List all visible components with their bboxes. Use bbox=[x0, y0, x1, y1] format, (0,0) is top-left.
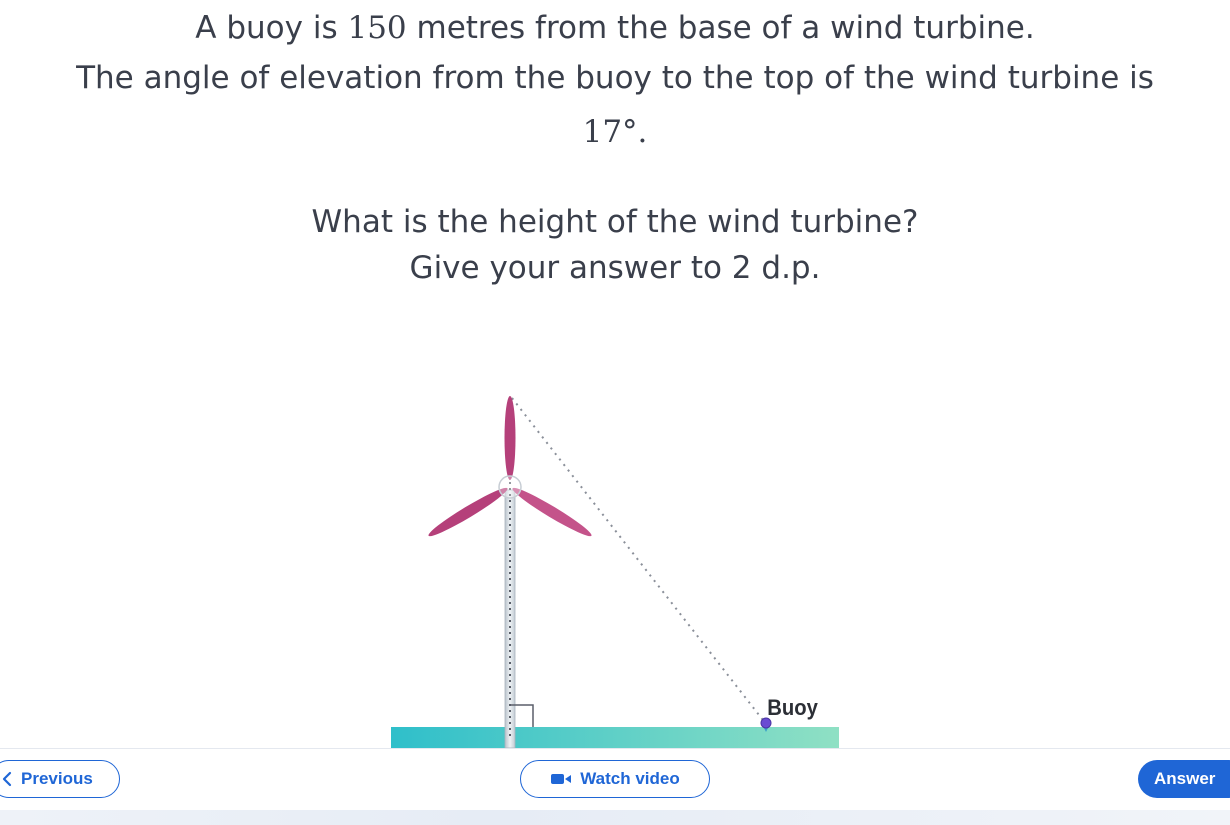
punctuation: . bbox=[637, 114, 648, 150]
turbine-blade-left bbox=[428, 487, 508, 537]
question-line-distance: A buoy is 150 metres from the base of a … bbox=[0, 8, 1230, 48]
wind-turbine-diagram: Buoy bbox=[0, 380, 1230, 750]
question-text: A buoy is bbox=[195, 10, 348, 46]
answer-instruction: Give your answer to 2 d.p. bbox=[409, 250, 821, 286]
navigation-footer: Previous Watch video Answer bbox=[0, 748, 1230, 811]
question-text: metres from the base of a wind turbine. bbox=[406, 10, 1035, 46]
question-prompt: What is the height of the wind turbine? bbox=[311, 204, 919, 240]
distance-value: 150 bbox=[347, 10, 407, 46]
previous-label: Previous bbox=[21, 769, 93, 788]
watch-video-button[interactable]: Watch video bbox=[520, 760, 710, 798]
answer-label: Answer bbox=[1154, 769, 1216, 788]
turbine-blade-top bbox=[504, 396, 516, 480]
question-line-angle: The angle of elevation from the buoy to … bbox=[76, 60, 1154, 96]
bottom-strip bbox=[0, 810, 1230, 825]
diagram-svg: Buoy bbox=[391, 396, 839, 750]
angle-value-line: 17°. bbox=[0, 112, 1230, 152]
turbine-blade-right bbox=[512, 487, 592, 537]
turbine-tower bbox=[504, 489, 516, 749]
line-of-sight bbox=[511, 397, 767, 725]
previous-button[interactable]: Previous bbox=[0, 760, 120, 798]
buoy-label: Buoy bbox=[767, 696, 818, 720]
answer-button[interactable]: Answer bbox=[1138, 760, 1230, 798]
watch-video-label: Watch video bbox=[580, 769, 680, 788]
video-camera-icon bbox=[550, 772, 572, 786]
water-surface bbox=[391, 727, 839, 750]
angle-value: 17° bbox=[582, 114, 638, 150]
turbine-hub bbox=[498, 475, 522, 499]
chevron-left-icon bbox=[1, 771, 13, 787]
